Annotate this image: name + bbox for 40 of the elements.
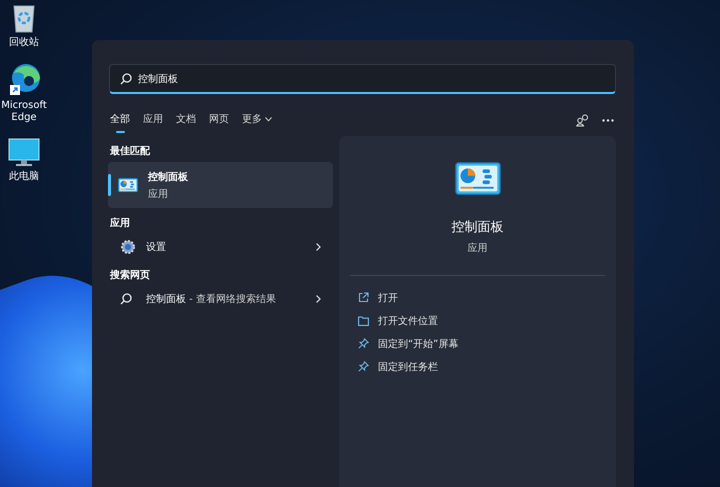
account-switch-icon[interactable]	[576, 114, 589, 127]
result-row[interactable]: 设置	[108, 234, 333, 260]
section-heading: 搜索网页	[110, 268, 151, 282]
monitor-icon[interactable]	[8, 138, 40, 168]
filter-tab[interactable]: 文档	[174, 108, 201, 133]
result-subtitle: 应用	[148, 188, 169, 200]
search-icon	[120, 293, 132, 305]
result-row[interactable]: 控制面板 - 查看网络搜索结果	[108, 286, 333, 312]
detail-title: 控制面板	[452, 219, 504, 236]
filter-tab[interactable]: 更多	[240, 108, 277, 133]
search-icon	[120, 72, 132, 84]
edge-browser-icon[interactable]	[7, 63, 41, 97]
best-match-result[interactable]: 控制面板 应用	[108, 162, 333, 208]
detail-subtitle: 应用	[468, 242, 488, 255]
action-link[interactable]: 打开	[378, 290, 398, 304]
folder-icon	[358, 316, 369, 326]
desktop-icon-label: Microsoft Edge	[1, 100, 47, 124]
pin-icon	[358, 361, 369, 372]
action-link[interactable]: 打开文件位置	[378, 314, 438, 328]
desktop-icon-label: 回收站	[8, 37, 40, 49]
search-field[interactable]: 控制面板	[138, 73, 605, 84]
pin-icon	[358, 338, 369, 349]
action-link[interactable]: 固定到“开始”屏幕	[378, 336, 458, 350]
desktop-icon-label: 此电脑	[8, 171, 40, 183]
filter-tab[interactable]: 应用	[141, 108, 168, 133]
chevron-right-icon	[316, 243, 321, 251]
result-title: 控制面板	[148, 170, 188, 184]
filter-tab[interactable]: 全部	[108, 108, 135, 133]
open-external-icon	[358, 292, 369, 303]
filter-tab[interactable]: 网页	[207, 108, 234, 133]
action-link[interactable]: 固定到任务栏	[378, 360, 438, 374]
control-panel-icon	[454, 162, 500, 196]
section-heading: 最佳匹配	[110, 144, 151, 158]
chevron-right-icon	[316, 295, 321, 303]
gear-icon	[120, 239, 136, 255]
recycle-bin-icon[interactable]	[12, 4, 36, 34]
control-panel-icon	[118, 178, 138, 192]
more-options-icon[interactable]	[602, 119, 614, 122]
search-bar[interactable]: 控制面板	[109, 64, 616, 94]
section-heading: 应用	[110, 216, 131, 230]
